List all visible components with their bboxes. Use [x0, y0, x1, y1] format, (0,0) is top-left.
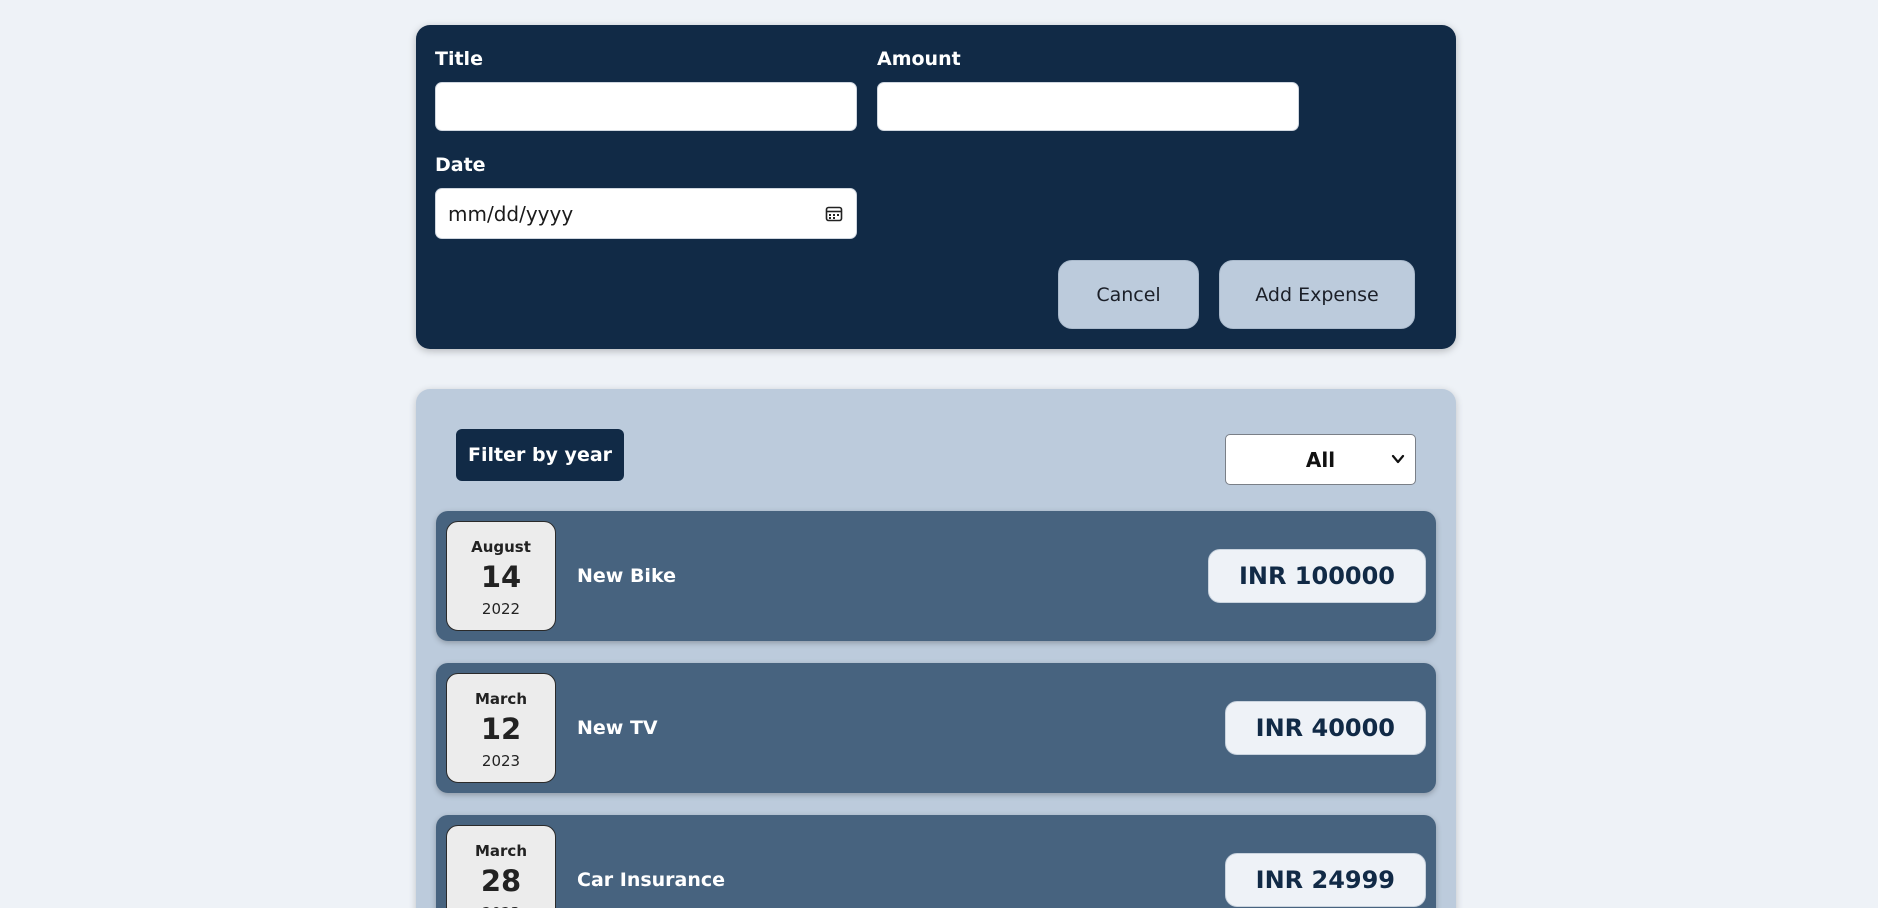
expense-item[interactable]: March 28 2023 Car Insurance INR 24999 — [436, 815, 1436, 908]
calendar-icon[interactable] — [824, 204, 844, 224]
amount-input[interactable] — [877, 82, 1299, 131]
cancel-button[interactable]: Cancel — [1058, 260, 1199, 329]
expenses-panel: Filter by year All August 14 2022 New Bi… — [416, 389, 1456, 908]
expense-month: March — [474, 690, 528, 708]
expense-month: August — [471, 538, 531, 556]
expense-year: 2023 — [447, 904, 555, 908]
expense-day: 12 — [480, 712, 522, 746]
filter-by-year-label: Filter by year — [456, 429, 625, 481]
title-label: Title — [435, 48, 483, 70]
expense-month: March — [474, 842, 528, 860]
amount-label: Amount — [877, 48, 961, 70]
chevron-down-icon — [1391, 454, 1405, 464]
expense-year: 2022 — [481, 600, 521, 618]
date-placeholder: mm/dd/yyyy — [448, 201, 574, 226]
expense-item[interactable]: March 12 2023 New TV INR 40000 — [436, 663, 1436, 793]
new-expense-form: Title Amount Date mm/dd/yyyy Cancel Add … — [416, 25, 1456, 349]
year-filter-value: All — [1305, 447, 1336, 472]
expense-amount: INR 40000 — [1224, 701, 1426, 755]
expense-item[interactable]: August 14 2022 New Bike INR 100000 — [436, 511, 1436, 641]
page: Title Amount Date mm/dd/yyyy Cancel Add … — [0, 0, 1878, 908]
add-expense-button[interactable]: Add Expense — [1219, 260, 1415, 329]
title-input[interactable] — [435, 82, 857, 131]
expense-title: Car Insurance — [577, 869, 726, 891]
expense-amount: INR 24999 — [1224, 853, 1426, 907]
expense-title: New TV — [577, 717, 658, 739]
expense-title: New Bike — [577, 565, 676, 587]
expense-day: 14 — [480, 560, 522, 594]
expense-date: March 28 2023 — [446, 825, 556, 908]
expense-date: August 14 2022 — [446, 521, 556, 631]
expense-year: 2023 — [481, 752, 521, 770]
year-filter-select[interactable]: All — [1225, 434, 1416, 485]
date-label: Date — [435, 154, 486, 176]
expense-date: March 12 2023 — [446, 673, 556, 783]
date-input[interactable]: mm/dd/yyyy — [435, 188, 857, 239]
expense-day: 28 — [480, 864, 522, 898]
expense-amount: INR 100000 — [1207, 549, 1426, 603]
